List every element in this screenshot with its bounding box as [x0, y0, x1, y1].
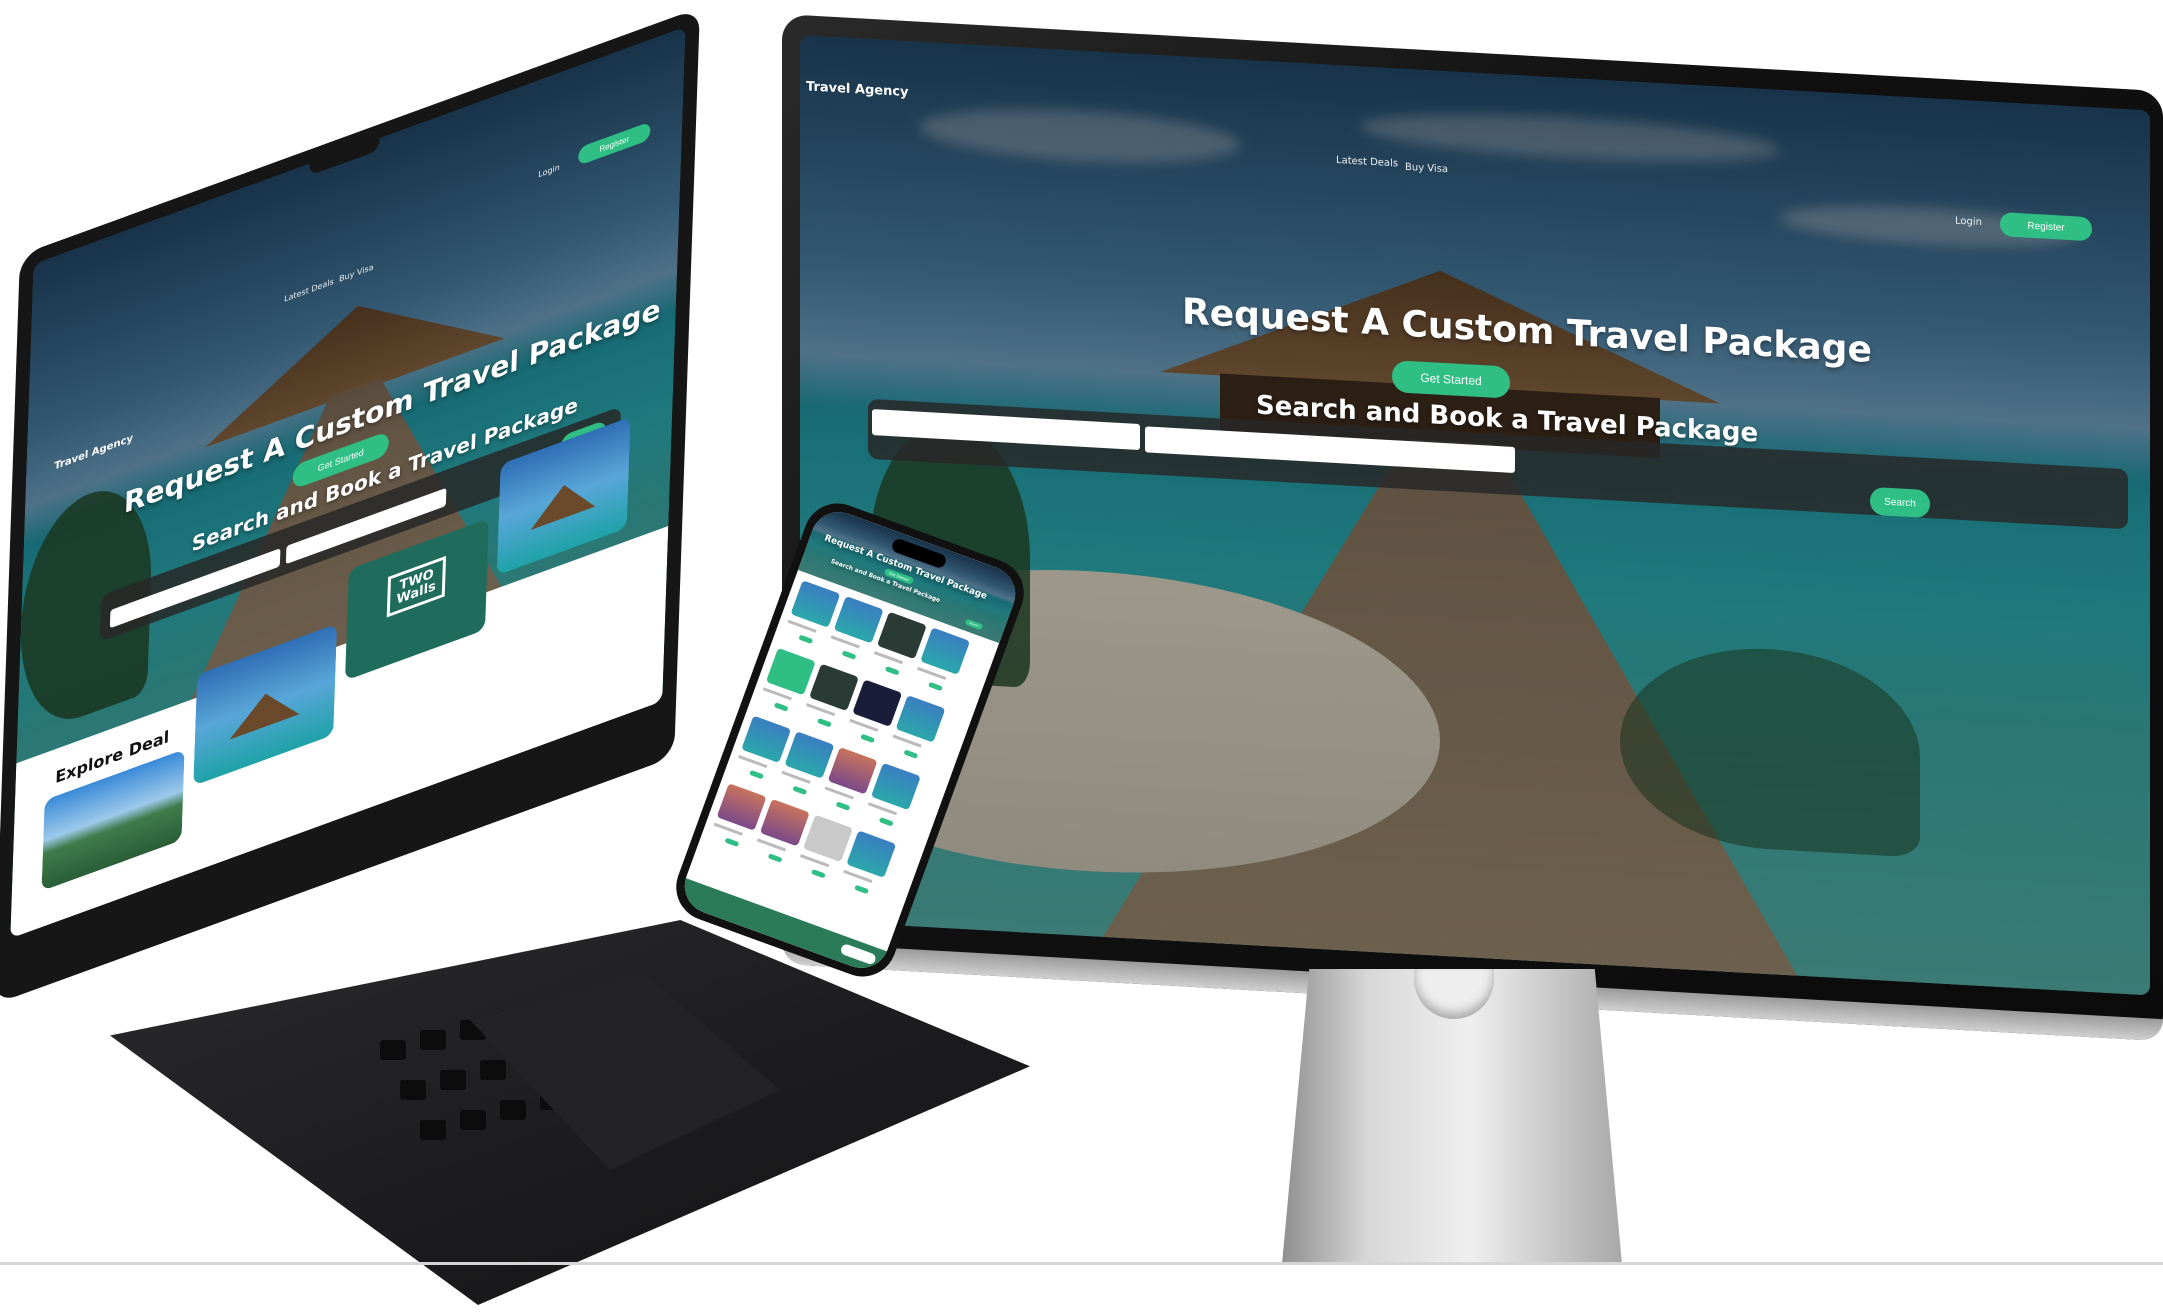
deal-thumb[interactable] [716, 783, 767, 831]
search-button[interactable]: Search [1870, 486, 1930, 519]
ground-divider [0, 1262, 2163, 1265]
register-button[interactable]: Register [578, 121, 651, 166]
brand-logo[interactable]: Travel Agency [806, 79, 909, 100]
nav-latest-deals[interactable]: Latest Deals [284, 277, 334, 304]
deal-thumb[interactable] [759, 798, 810, 847]
deal-thumb[interactable] [765, 647, 816, 696]
search-button[interactable]: Search [964, 618, 984, 631]
nav-latest-deals[interactable]: Latest Deals [1336, 155, 1398, 169]
deal-thumb[interactable] [827, 747, 878, 795]
deal-thumb[interactable] [920, 627, 971, 675]
deal-thumb[interactable] [741, 715, 792, 764]
nav-buy-visa[interactable]: Buy Visa [1405, 162, 1448, 175]
register-button[interactable]: Register [2000, 212, 2092, 242]
laptop-screen: Travel Agency Latest Deals Buy Visa Logi… [10, 26, 686, 939]
deal-thumb[interactable] [790, 580, 841, 628]
deal-thumb[interactable] [852, 679, 903, 727]
get-started-button[interactable]: Get Started [1392, 360, 1510, 399]
deal-thumb[interactable] [809, 663, 859, 712]
hero-title: Request A Custom Travel Package [1182, 291, 1872, 371]
deal-thumb[interactable] [846, 830, 897, 878]
two-walls-logo: TWO Walls [386, 555, 447, 618]
brand-logo[interactable]: Travel Agency [54, 433, 133, 473]
explore-section [10, 525, 669, 939]
deal-thumb[interactable] [803, 814, 853, 863]
deal-thumb[interactable] [876, 611, 927, 660]
deal-thumb[interactable] [833, 595, 884, 644]
login-link[interactable]: Login [538, 162, 560, 179]
deal-thumb[interactable] [870, 762, 921, 811]
footer-cta-button[interactable] [839, 942, 878, 966]
nav-buy-visa[interactable]: Buy Visa [339, 262, 374, 284]
deal-thumb[interactable] [784, 731, 835, 779]
laptop-lid: Travel Agency Latest Deals Buy Visa Logi… [0, 7, 700, 1005]
login-link[interactable]: Login [1955, 216, 1982, 229]
deal-thumb[interactable] [895, 695, 946, 743]
travel-site-laptop: Travel Agency Latest Deals Buy Visa Logi… [10, 27, 685, 939]
